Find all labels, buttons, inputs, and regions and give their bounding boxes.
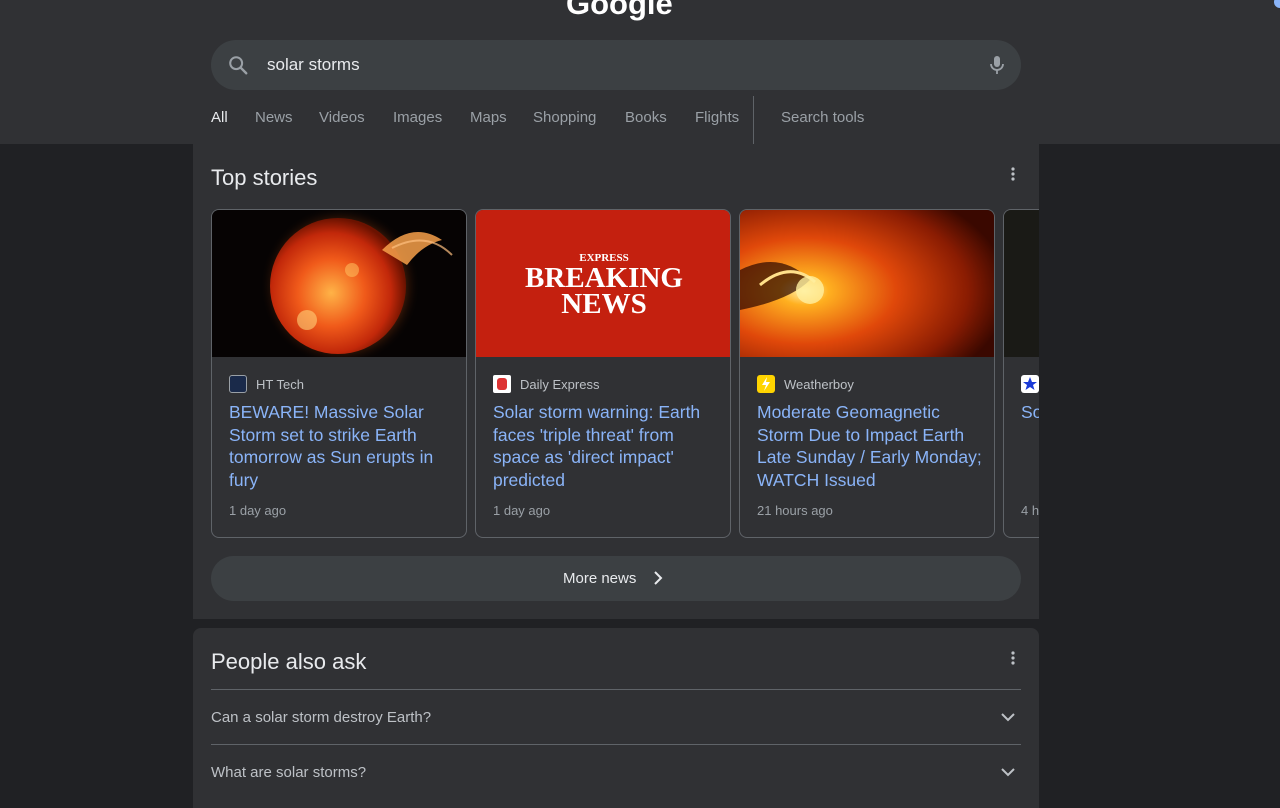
story-card[interactable]: EXPRESS BREAKING NEWS Daily Express Sola… <box>475 209 731 538</box>
paa-question[interactable]: Can a solar storm destroy Earth? <box>211 689 1021 744</box>
image-line2: NEWS <box>561 288 647 320</box>
story-source: Daily Express <box>493 374 599 394</box>
story-source: Weatherboy <box>757 374 854 394</box>
search-tools-button[interactable]: Search tools <box>781 109 864 126</box>
story-source <box>1021 374 1039 394</box>
daily-express-favicon <box>493 375 511 393</box>
source-name: Daily Express <box>520 376 600 392</box>
weatherboy-favicon <box>757 375 775 393</box>
story-time: 1 day ago <box>229 503 287 518</box>
dark-image <box>1004 210 1039 357</box>
search-bar[interactable]: solar storms <box>211 40 1021 90</box>
stories-carousel: HT Tech BEWARE! Massive Solar Storm set … <box>211 209 1039 539</box>
search-icon[interactable] <box>227 54 249 76</box>
search-input[interactable]: solar storms <box>267 55 360 75</box>
chevron-right-icon <box>654 571 663 585</box>
tab-news[interactable]: News <box>255 109 293 126</box>
tab-maps[interactable]: Maps <box>470 109 507 126</box>
paa-question[interactable]: What are solar storms? <box>211 744 1021 799</box>
story-source: HT Tech <box>229 374 304 394</box>
more-options-icon[interactable] <box>1005 650 1021 666</box>
tab-shopping[interactable]: Shopping <box>533 109 596 126</box>
tab-videos[interactable]: Videos <box>319 109 365 126</box>
story-time: 4 h <box>1021 503 1039 518</box>
solar-flare-image <box>740 210 994 357</box>
question-text: Can a solar storm destroy Earth? <box>211 709 432 726</box>
section-title: Top stories <box>211 165 318 190</box>
story-card[interactable]: So Mo 4 h <box>1003 209 1039 538</box>
microphone-icon[interactable] <box>985 53 1009 77</box>
header: Google solar storms All News Videos Imag… <box>0 0 1280 147</box>
section-title: People also ask <box>211 649 367 674</box>
chevron-down-icon <box>1001 713 1015 722</box>
people-also-ask-panel: People also ask Can a solar storm destro… <box>193 628 1039 808</box>
story-headline[interactable]: So Mo <box>1021 401 1039 424</box>
star-favicon <box>1021 375 1039 393</box>
tab-label: All <box>211 109 228 126</box>
top-stories-panel: Top stories HT Tech BEWARE! Massive Sola… <box>193 144 1039 619</box>
story-headline[interactable]: Moderate Geomagnetic Storm Due to Impact… <box>757 401 985 491</box>
story-headline[interactable]: BEWARE! Massive Solar Storm set to strik… <box>229 401 457 491</box>
ht-tech-favicon <box>229 375 247 393</box>
story-card[interactable]: Weatherboy Moderate Geomagnetic Storm Du… <box>739 209 995 538</box>
google-logo[interactable]: Google <box>566 0 673 22</box>
more-options-icon[interactable] <box>1005 166 1021 182</box>
tab-images[interactable]: Images <box>393 109 442 126</box>
story-time: 21 hours ago <box>757 503 833 518</box>
more-news-label: More news <box>563 570 637 587</box>
story-card[interactable]: HT Tech BEWARE! Massive Solar Storm set … <box>211 209 467 538</box>
tab-books[interactable]: Books <box>625 109 667 126</box>
account-avatar[interactable] <box>1274 0 1280 8</box>
source-name: HT Tech <box>256 376 304 392</box>
sun-eruption-image <box>212 210 466 357</box>
story-time: 1 day ago <box>493 503 551 518</box>
chevron-down-icon <box>1001 768 1015 777</box>
source-name: Weatherboy <box>784 376 854 392</box>
more-news-button[interactable]: More news <box>211 556 1021 601</box>
tab-all[interactable]: All <box>211 109 229 147</box>
question-text: What are solar storms? <box>211 764 367 781</box>
story-headline[interactable]: Solar storm warning: Earth faces 'triple… <box>493 401 721 491</box>
tab-divider <box>753 96 754 144</box>
breaking-news-image: EXPRESS BREAKING NEWS <box>476 210 730 357</box>
tab-flights[interactable]: Flights <box>695 109 739 126</box>
